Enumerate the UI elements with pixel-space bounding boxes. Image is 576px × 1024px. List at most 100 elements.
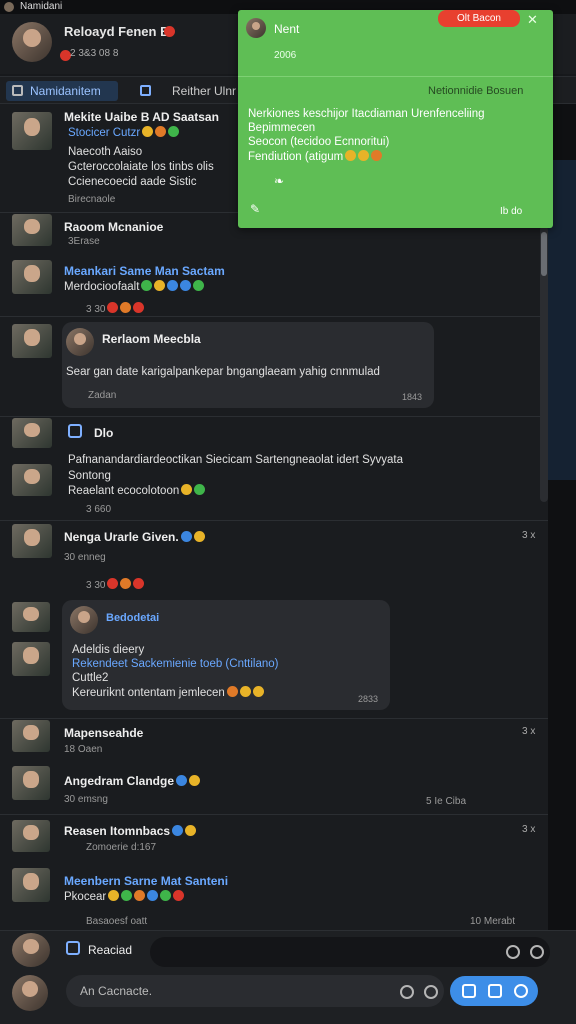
reply-label: Reaciad	[88, 943, 133, 957]
card-line: Cuttle2	[72, 672, 109, 684]
emoji-icon	[345, 150, 357, 161]
sender-name-text: Angedram Clandge	[64, 774, 175, 788]
user-avatar[interactable]	[12, 933, 50, 967]
emoji-icon	[358, 150, 370, 161]
user-avatar[interactable]	[12, 642, 50, 676]
message-card[interactable]: Rerlaom Meecbla Sear gan date karigalpan…	[62, 322, 434, 408]
my-avatar[interactable]	[12, 975, 48, 1011]
emoji-icon	[155, 126, 167, 137]
sender-name: Mekite Uaibe B AD Saatsan	[64, 110, 219, 124]
user-avatar[interactable]	[12, 464, 52, 496]
popup-selector[interactable]: Netionnidie Bosuen	[428, 85, 523, 97]
tab-main[interactable]: Namidanitem	[6, 81, 118, 101]
user-avatar[interactable]	[12, 720, 50, 752]
message-text: Reaelant ecocolotoon	[68, 485, 180, 497]
card-title: Bedodetai	[106, 612, 160, 624]
edit-icon[interactable]: ✎	[250, 202, 260, 216]
divider	[0, 814, 548, 815]
message-actions[interactable]: 10 Merabt	[470, 916, 515, 927]
header-avatar[interactable]	[12, 22, 52, 62]
emoji-icon	[107, 302, 119, 313]
user-avatar[interactable]	[12, 324, 52, 358]
card-line: Rekendeet Sackemienie toeb (Cnttilano)	[72, 658, 279, 670]
emoji-icon	[121, 890, 133, 901]
app-icon	[4, 2, 14, 12]
emoji-icon	[193, 280, 205, 291]
header-subtitle: 2 3&3 08 8	[70, 48, 119, 59]
tab-toggle[interactable]	[136, 81, 156, 101]
message-meta: 3 30	[86, 302, 145, 315]
user-avatar[interactable]	[12, 524, 52, 558]
close-icon[interactable]: ✕	[527, 12, 538, 28]
message-line: Pafnanandardiardeoctikan Siecicam Sarten…	[68, 454, 403, 466]
divider	[0, 520, 548, 521]
card-text: Kereuriknt ontentam jemlecen	[72, 687, 225, 699]
message-actions[interactable]: 5 Ie Ciba	[426, 796, 466, 807]
user-avatar[interactable]	[12, 820, 50, 852]
emoji-icon[interactable]	[506, 945, 520, 959]
user-avatar[interactable]	[12, 260, 52, 294]
popup-divider	[238, 76, 553, 77]
dismiss-button[interactable]: Olt Bacon	[438, 10, 520, 27]
message-meta: 30 emsng	[64, 794, 108, 805]
image-icon[interactable]	[462, 984, 476, 998]
emoji-icon	[180, 531, 192, 542]
emoji-icon	[154, 280, 166, 291]
emoji-icon	[168, 126, 180, 137]
send-button-group[interactable]	[450, 976, 538, 1006]
emoji-icon	[133, 578, 145, 589]
side-panel-edge	[548, 104, 576, 930]
user-avatar[interactable]	[12, 602, 50, 632]
emoji-icon	[141, 280, 153, 291]
gif-icon[interactable]	[424, 985, 438, 999]
card-line: Kereuriknt ontentam jemlecen	[72, 686, 264, 699]
emoji-icon	[173, 890, 185, 901]
toggle-icon	[140, 85, 151, 96]
message-time: 3 30	[86, 580, 106, 591]
user-avatar[interactable]	[12, 112, 52, 150]
emoji-icon	[189, 775, 201, 786]
message-meta: Basaoesf oatt	[86, 916, 148, 927]
emoji-icon	[108, 890, 120, 901]
notification-popup[interactable]: Nent 2006 Olt Bacon ✕ Netionnidie Bosuen…	[238, 10, 553, 228]
file-icon[interactable]	[488, 984, 502, 998]
divider	[0, 718, 548, 719]
message-input[interactable]: An Cacnacte.	[66, 975, 444, 1007]
emoji-icon	[252, 686, 264, 697]
popup-text: Fendiution (atigum	[248, 151, 344, 163]
message-card[interactable]: Bedodetai Adeldis dieery Rekendeet Sacke…	[62, 600, 390, 710]
close-icon[interactable]: 3 x	[522, 726, 535, 737]
user-avatar[interactable]	[12, 868, 50, 902]
tab-label: Reither Ulnr	[172, 84, 237, 98]
tab-label: Namidanitem	[30, 84, 101, 98]
emoji-icon	[180, 280, 192, 291]
sender-name: Nenga Urarle Given.	[64, 530, 205, 544]
attach-icon[interactable]	[530, 945, 544, 959]
close-icon[interactable]: 3 x	[522, 530, 535, 541]
send-icon[interactable]	[514, 984, 528, 998]
message-line: Pkocear	[64, 890, 185, 903]
message-line: Stocicer Cutzr	[68, 126, 180, 139]
reply-input[interactable]	[150, 937, 550, 967]
message-line: Merdocioofaalt	[64, 280, 205, 293]
scrollbar[interactable]	[540, 226, 548, 502]
emoji-icon	[133, 302, 145, 313]
status-icon	[164, 26, 175, 37]
sticker-icon[interactable]	[400, 985, 414, 999]
emoji-icon	[194, 484, 206, 495]
sender-name: Dlo	[94, 426, 114, 440]
card-time: 1843	[402, 392, 423, 402]
emoji-icon	[142, 126, 154, 137]
close-icon[interactable]: 3 x	[522, 824, 535, 835]
popup-line: Bepimmecen	[248, 122, 316, 134]
popup-title: Nent	[274, 22, 300, 36]
popup-line: Nerkiones keschijor Itacdiaman Urenfence…	[248, 108, 485, 120]
message-text: Pkocear	[64, 891, 107, 903]
user-avatar[interactable]	[12, 766, 50, 800]
emoji-icon	[371, 150, 383, 161]
emoji-icon	[147, 890, 159, 901]
user-avatar[interactable]	[12, 418, 52, 448]
attachment-icon	[68, 424, 82, 438]
user-avatar[interactable]	[12, 214, 52, 246]
sender-name: Meenbern Sarne Mat Santeni	[64, 874, 229, 888]
